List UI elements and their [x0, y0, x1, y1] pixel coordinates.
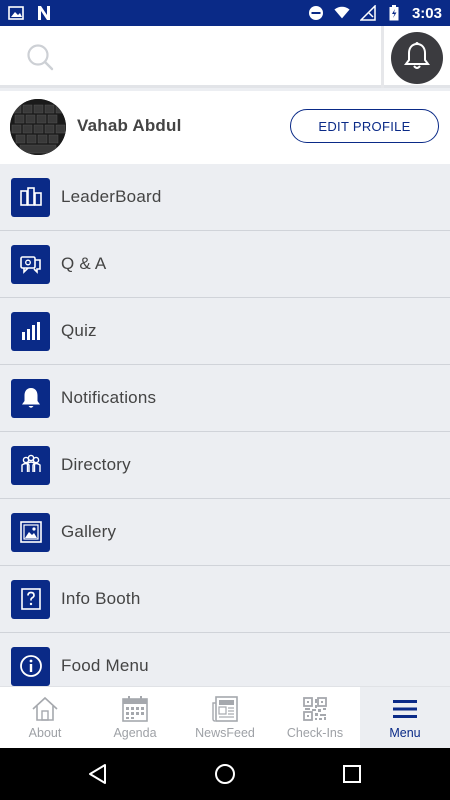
do-not-disturb-icon	[308, 5, 324, 21]
menu-item-label: LeaderBoard	[61, 187, 162, 206]
menu-item-label: Directory	[61, 455, 131, 474]
menu-item-gallery[interactable]: Gallery	[0, 499, 450, 566]
status-time: 3:03	[411, 4, 442, 22]
newspaper-icon	[210, 695, 240, 723]
tab-label: Menu	[389, 726, 421, 740]
back-icon[interactable]	[86, 762, 110, 786]
menu-item-qa[interactable]: Q & A	[0, 231, 450, 298]
profile-name: Vahab Abdul	[77, 116, 182, 135]
menu-item-quiz[interactable]: Quiz	[0, 298, 450, 365]
hamburger-icon	[390, 695, 420, 723]
home-icon	[30, 695, 60, 723]
menu-item-label: Food Menu	[61, 656, 149, 675]
menu-item-label: Notifications	[61, 388, 157, 407]
gallery-icon	[11, 512, 50, 552]
menu-item-food-menu[interactable]: Food Menu	[0, 633, 450, 686]
search-header	[0, 26, 450, 88]
qa-icon	[11, 244, 50, 284]
calendar-icon	[120, 695, 150, 723]
wifi-icon	[334, 5, 350, 21]
n-notification-icon	[36, 5, 52, 21]
bell-icon	[11, 378, 50, 418]
tab-label: NewsFeed	[195, 726, 255, 740]
notifications-button[interactable]	[391, 32, 443, 84]
header-divider	[381, 26, 384, 88]
tab-label: Check-Ins	[286, 726, 344, 740]
tab-agenda[interactable]: Agenda	[90, 687, 180, 748]
system-nav-bar	[0, 748, 450, 800]
qr-code-icon	[300, 695, 330, 723]
menu-item-notifications[interactable]: Notifications	[0, 365, 450, 432]
menu-item-label: Gallery	[61, 522, 117, 541]
tab-label: About	[28, 726, 62, 740]
menu-item-label: Q & A	[61, 254, 107, 273]
tab-check-ins[interactable]: Check-Ins	[270, 687, 360, 748]
tab-label: Agenda	[113, 726, 157, 740]
menu-item-info-booth[interactable]: Info Booth	[0, 566, 450, 633]
recents-icon[interactable]	[340, 762, 364, 786]
home-button-icon[interactable]	[213, 762, 237, 786]
quiz-icon	[11, 311, 50, 351]
profile-section: Vahab Abdul EDIT PROFILE	[0, 91, 450, 164]
menu-item-label: Quiz	[61, 321, 97, 340]
avatar[interactable]	[10, 99, 66, 155]
bell-icon	[403, 41, 431, 76]
menu-item-directory[interactable]: Directory	[0, 432, 450, 499]
leaderboard-icon	[11, 177, 50, 217]
info-booth-icon	[11, 579, 50, 619]
menu-item-leaderboard[interactable]: LeaderBoard	[0, 164, 450, 231]
bottom-tab-bar: About Agenda NewsFeed Check-Ins Menu	[0, 686, 450, 748]
signal-icon	[359, 5, 376, 21]
directory-icon	[11, 445, 50, 485]
tab-newsfeed[interactable]: NewsFeed	[180, 687, 270, 748]
tab-menu[interactable]: Menu	[360, 687, 450, 748]
battery-icon	[386, 5, 402, 21]
tab-about[interactable]: About	[0, 687, 90, 748]
image-notification-icon	[8, 5, 24, 21]
search-icon[interactable]	[26, 43, 54, 71]
menu-item-label: Info Booth	[61, 589, 141, 608]
edit-profile-button[interactable]: EDIT PROFILE	[290, 109, 439, 143]
menu-list: LeaderBoard Q & A Quiz Notifications Dir…	[0, 164, 450, 686]
info-icon	[11, 646, 50, 686]
status-bar: 3:03	[0, 0, 450, 26]
